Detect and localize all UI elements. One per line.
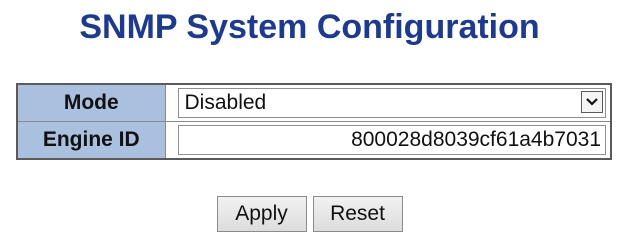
- mode-select[interactable]: Disabled: [177, 88, 606, 118]
- mode-cell: Disabled: [164, 83, 612, 122]
- button-row: Apply Reset: [0, 196, 619, 232]
- engine-id-row: Engine ID: [16, 121, 612, 160]
- mode-selected-value: Disabled: [184, 91, 267, 114]
- mode-row: Mode Disabled: [16, 83, 612, 122]
- engine-id-label: Engine ID: [16, 121, 166, 160]
- page-title: SNMP System Configuration: [79, 8, 540, 46]
- chevron-down-icon-glyph: [586, 98, 598, 106]
- engine-id-input[interactable]: [177, 125, 606, 155]
- apply-button[interactable]: Apply: [216, 196, 307, 232]
- engine-id-cell: [164, 121, 612, 160]
- chevron-down-icon[interactable]: [581, 91, 603, 113]
- snmp-config-table: Mode Disabled Engine ID: [16, 83, 612, 160]
- mode-label: Mode: [16, 83, 166, 122]
- reset-button[interactable]: Reset: [312, 196, 403, 232]
